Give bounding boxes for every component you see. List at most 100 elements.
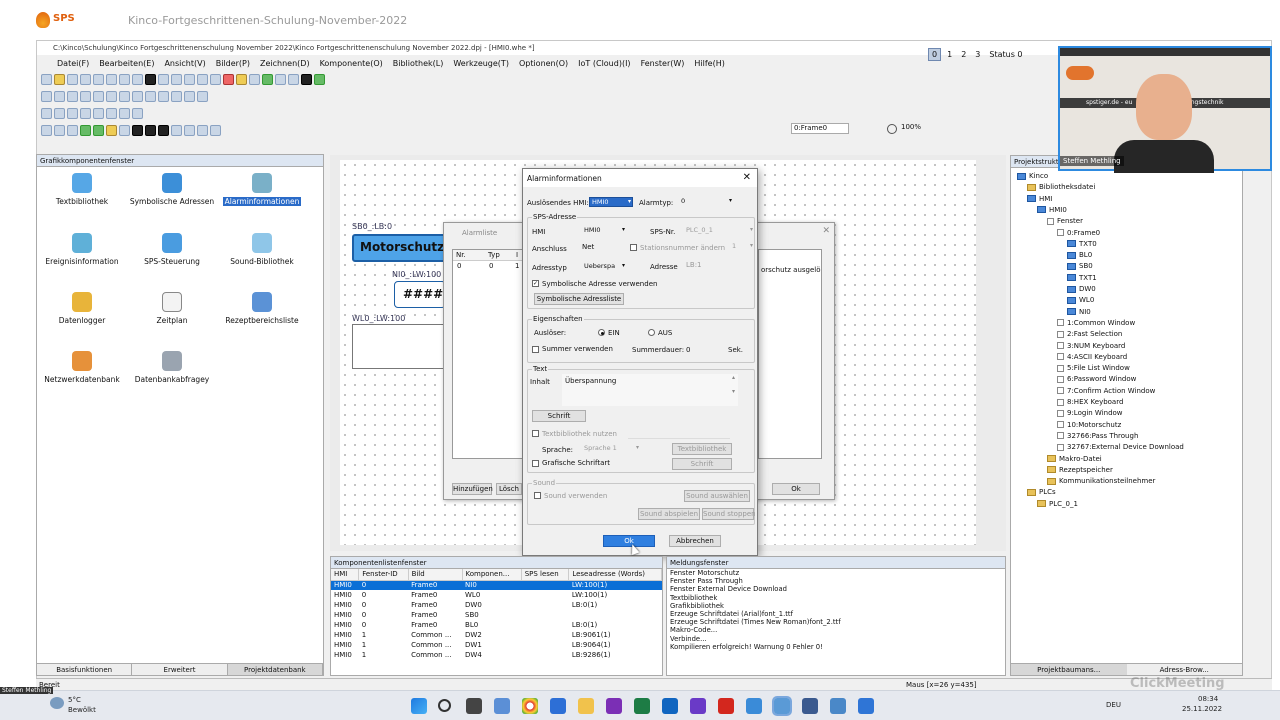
rectangle-icon[interactable] xyxy=(223,73,234,85)
station-checkbox[interactable] xyxy=(630,244,637,251)
tree-item[interactable]: 32766:Pass Through xyxy=(1057,432,1138,440)
onenote-icon[interactable] xyxy=(606,698,622,714)
tab-projektbaum[interactable]: Projektbaumans... xyxy=(1011,664,1127,675)
kinco-app-icon[interactable] xyxy=(772,696,792,716)
tool-icon[interactable] xyxy=(802,698,818,714)
text-icon[interactable] xyxy=(275,73,286,85)
tree-item[interactable]: 2:Fast Selection xyxy=(1057,330,1122,338)
tree-item[interactable]: 0:Frame0 xyxy=(1057,229,1100,237)
font-button[interactable]: Schrift xyxy=(532,410,586,422)
textlibrary-item[interactable]: Textbibliothek xyxy=(37,173,127,206)
rotate-icon[interactable] xyxy=(93,107,104,119)
datalogger-item[interactable]: Datenlogger xyxy=(37,292,127,325)
tree-item[interactable]: 10:Motorschutz xyxy=(1057,421,1121,429)
recipe-list-item[interactable]: Rezeptbereichsliste xyxy=(217,292,307,325)
plc-no-select[interactable]: PLC_0_1 ▾ xyxy=(684,226,754,236)
flip-h-icon[interactable] xyxy=(67,107,78,119)
keyboard-icon[interactable] xyxy=(54,124,65,136)
language-select[interactable]: Sprache 1 ▾ xyxy=(582,444,640,454)
table-row[interactable]: HMI0 1 Common ... DW4 LB:9286(1) xyxy=(331,650,662,660)
outlook-icon[interactable] xyxy=(662,698,678,714)
table-icon[interactable] xyxy=(288,73,299,85)
pattern3-icon[interactable] xyxy=(158,124,169,136)
textlib-checkbox[interactable] xyxy=(532,430,539,437)
palette-icon[interactable] xyxy=(67,124,78,136)
schedule-item[interactable]: Zeitplan xyxy=(127,292,217,325)
line-icon[interactable] xyxy=(210,73,221,85)
tree-item[interactable]: Kinco xyxy=(1017,172,1048,180)
textlib-button[interactable]: Textbibliothek xyxy=(672,443,732,455)
hmi-select[interactable]: HMI0 ▾ xyxy=(582,226,626,236)
db-query-item[interactable]: Datenbankabfragey xyxy=(127,351,217,384)
excel-icon[interactable] xyxy=(634,698,650,714)
sound-library-item[interactable]: Sound-Bibliothek xyxy=(217,233,307,266)
tree-item[interactable]: HMI0 xyxy=(1037,206,1067,214)
pattern2-icon[interactable] xyxy=(145,124,156,136)
task-view-icon[interactable] xyxy=(466,698,482,714)
tree-item[interactable]: TXT0 xyxy=(1067,240,1097,248)
new-file-icon[interactable] xyxy=(41,73,52,85)
alarm-info-item[interactable]: Alarminformationen xyxy=(217,173,307,206)
tab-erweitert[interactable]: Erweitert xyxy=(132,664,228,675)
distribute-h-icon[interactable] xyxy=(41,107,52,119)
window-icon[interactable] xyxy=(41,124,52,136)
tree-item[interactable]: Bibliotheksdatei xyxy=(1027,183,1095,191)
weather-text[interactable]: Bewölkt xyxy=(68,706,96,714)
arc-icon[interactable] xyxy=(262,73,273,85)
tree-item[interactable]: Makro-Datei xyxy=(1047,455,1102,463)
tree-item[interactable]: 4:ASCII Keyboard xyxy=(1057,353,1127,361)
align-left-icon[interactable] xyxy=(41,90,52,102)
table-row[interactable]: HMI0 0 Frame0 WL0 LW:100(1) xyxy=(331,590,662,600)
column-header[interactable]: Fenster-ID xyxy=(358,569,409,581)
same-width-icon[interactable] xyxy=(119,90,130,102)
copy-icon[interactable] xyxy=(93,73,104,85)
tree-item[interactable]: 1:Common Window xyxy=(1057,319,1135,327)
symbolic-address-item[interactable]: Symbolische Adressen xyxy=(127,173,217,206)
alarm-type-select[interactable]: 0 ▾ xyxy=(679,197,733,207)
cut-icon[interactable] xyxy=(80,73,91,85)
buzzer-checkbox[interactable] xyxy=(532,346,539,353)
library-icon[interactable] xyxy=(80,124,91,136)
column-header[interactable]: Komponen... xyxy=(462,569,522,581)
menu-bilder[interactable]: Bilder(P) xyxy=(216,59,250,68)
sound-select-button[interactable]: Sound auswählen xyxy=(684,490,750,502)
tree-item[interactable]: 32767:External Device Download xyxy=(1057,443,1184,451)
sound-stop-button[interactable]: Sound stoppen xyxy=(702,508,756,520)
menu-bibliothek[interactable]: Bibliothek(L) xyxy=(393,59,444,68)
trigger-on-radio[interactable] xyxy=(598,329,605,336)
frame-tab-1[interactable]: 1 xyxy=(944,49,955,60)
menu-zeichnen[interactable]: Zeichnen(D) xyxy=(260,59,310,68)
menu-werkzeuge[interactable]: Werkzeuge(T) xyxy=(453,59,509,68)
select-arrow-icon[interactable] xyxy=(197,73,208,85)
frame-tab-3[interactable]: 3 xyxy=(972,49,983,60)
zoom-level[interactable]: 100% xyxy=(901,123,935,134)
align-right-icon[interactable] xyxy=(67,90,78,102)
table-row[interactable]: HMI0 0 Frame0 BL0 LB:0(1) xyxy=(331,620,662,630)
alarm-list-table[interactable]: Nr. Typ I 0 0 1 xyxy=(452,249,526,459)
clock-date[interactable]: 25.11.2022 xyxy=(1182,705,1222,713)
tree-item[interactable]: PLCs xyxy=(1027,488,1056,496)
tree-item[interactable]: 3:NUM Keyboard xyxy=(1057,342,1125,350)
tree-item[interactable]: BL0 xyxy=(1067,251,1092,259)
table-row[interactable]: HMI0 1 Common ... DW2 LB:9061(1) xyxy=(331,630,662,640)
symbolic-checkbox[interactable]: ✓ xyxy=(532,280,539,287)
tree-item[interactable]: 5:File List Window xyxy=(1057,364,1130,372)
tree-item[interactable]: NI0 xyxy=(1067,308,1091,316)
font-button-2[interactable]: Schrift xyxy=(672,458,732,470)
tree-item[interactable]: WL0 xyxy=(1067,296,1094,304)
flip-v-icon[interactable] xyxy=(80,107,91,119)
vscode-icon[interactable] xyxy=(690,698,706,714)
polygon-icon[interactable] xyxy=(249,73,260,85)
tree-item[interactable]: 7:Confirm Action Window xyxy=(1057,387,1155,395)
same-height-icon[interactable] xyxy=(132,90,143,102)
chrome-icon[interactable] xyxy=(522,698,538,714)
zoom-icon[interactable] xyxy=(119,124,130,136)
lock-icon[interactable] xyxy=(197,90,208,102)
compile-icon[interactable] xyxy=(158,73,169,85)
clock-time[interactable]: 08:34 xyxy=(1198,695,1218,703)
find-icon[interactable] xyxy=(145,73,156,85)
search-icon[interactable] xyxy=(438,699,451,712)
table-row[interactable]: HMI0 1 Common ... DW1 LB:9064(1) xyxy=(331,640,662,650)
menu-bearbeiten[interactable]: Bearbeiten(E) xyxy=(99,59,154,68)
tree-item[interactable]: 6:Password Window xyxy=(1057,375,1136,383)
